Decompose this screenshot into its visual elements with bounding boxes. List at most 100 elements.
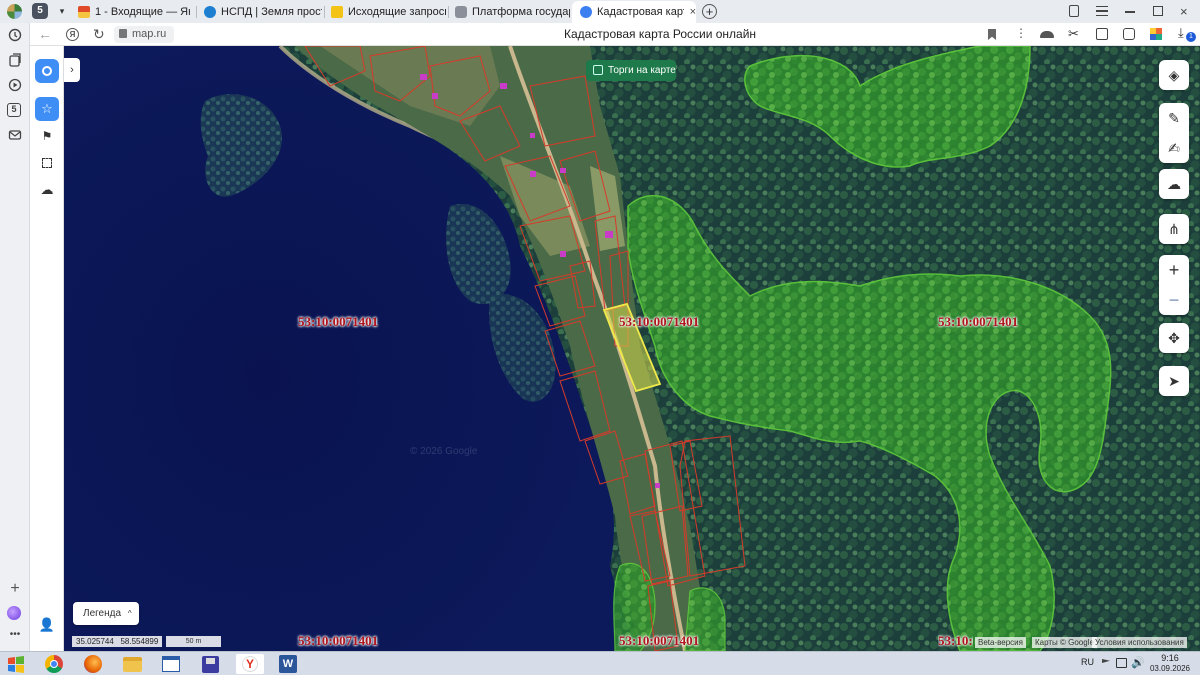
history-icon[interactable] [7,28,23,44]
tray-network-icon[interactable] [1116,658,1127,668]
maximize-window-icon[interactable] [1153,6,1163,16]
browser-sidebar: 5 + ••• [0,23,30,651]
yandex-mail-favicon-icon [78,5,90,18]
reload-icon[interactable]: ↻ [93,26,105,43]
map-side-panel: ☆ ⚑ ☁ 👤 [30,46,64,651]
upload-button[interactable]: ☁ [1159,169,1189,199]
draw-button[interactable]: ✍ [1159,133,1189,163]
close-window-icon[interactable]: × [1180,4,1188,19]
tab-label: Кадастровая карта Ро [597,6,684,18]
dashed-square-icon [42,158,52,168]
folder-favicon-icon [331,5,343,18]
layers-button[interactable]: ◈ [1159,60,1189,90]
legend-label: Легенда [83,608,122,619]
word-taskbar-icon[interactable]: W [277,654,299,674]
window-app-taskbar-icon[interactable] [160,654,182,674]
cadastral-quarter-label[interactable]: 53:10:0071401 [938,633,973,649]
page-title: Кадастровая карта России онлайн [563,27,757,41]
auctions-label: Торги на карте [608,65,676,76]
tray-flag-icon[interactable] [1102,659,1110,664]
tabs-dropdown-icon[interactable]: ▾ [55,4,69,18]
search-logo-button[interactable] [35,59,59,83]
legend-button[interactable]: Легенда ^ [73,602,139,625]
chrome-taskbar-icon[interactable] [43,654,65,674]
my-location-button[interactable]: ➤ [1159,366,1189,396]
pan-button[interactable]: ✥ [1159,323,1189,353]
reader-mode-icon[interactable] [1040,31,1054,38]
cadastral-quarter-label[interactable]: 53:10:0071401 [619,314,699,330]
address-bar: ← Я ↻ map.ru Кадастровая карта России он… [30,23,1200,46]
add-panel-icon[interactable]: + [7,581,23,597]
navigation-arrow-icon: ➤ [1168,372,1180,389]
tab-counter-button[interactable]: 5 [32,3,48,19]
cadastral-quarter-label[interactable]: 53:10:0071401 [298,314,378,330]
play-icon[interactable] [7,78,23,94]
cadastral-quarter-label[interactable]: 53:10:0071401 [619,633,699,649]
browser-logo-icon[interactable] [7,4,22,19]
chevron-up-icon: ^ [127,609,132,618]
firefox-taskbar-icon[interactable] [82,654,104,674]
edit-tools-group: ✎ ✍ [1159,103,1189,163]
zoom-out-button[interactable]: − [1159,285,1189,315]
coordinates-readout: 35.025744 58.554899 [72,636,163,647]
beta-label: Beta-версия [975,637,1026,648]
account-button[interactable]: 👤 [35,613,59,637]
ruler-button[interactable]: ✎ [1159,103,1189,133]
cadastral-quarter-label[interactable]: 53:10:0071401 [298,633,378,649]
tab-label: Платформа государстве [472,5,570,18]
more-dots-icon[interactable]: ••• [7,627,23,643]
expand-panel-button[interactable]: › [64,58,80,82]
tray-volume-icon[interactable]: 🔊 [1131,656,1145,669]
start-button[interactable] [5,654,27,674]
clock-time[interactable]: 9:16 [1150,653,1190,663]
alice-assistant-icon[interactable] [7,606,23,622]
auctions-toggle[interactable]: Торги на карте [586,60,676,81]
star-icon: ☆ [41,101,53,116]
page-menu-icon[interactable]: ⋮ [1015,26,1027,40]
tab-outgoing-requests[interactable]: Исходящие запросы [331,2,446,21]
bookmark-icon[interactable] [988,29,996,40]
menu-icon[interactable] [1096,6,1108,16]
extension-color-icon[interactable] [1150,28,1162,40]
minimize-window-icon[interactable] [1125,11,1135,13]
tab-label: 1 - Входящие — Яндекс П [95,5,190,18]
browser-tab-bar: 5 ▾ 1 - Входящие — Яндекс П НСПД | Земля… [0,0,1200,23]
new-tab-button[interactable]: + [702,4,717,19]
search-icon [42,66,52,76]
extension-scissors-icon[interactable]: ✂ [1068,26,1079,42]
mail-icon[interactable] [7,128,23,144]
cloud-button[interactable]: ☁ [35,178,59,202]
share-button[interactable]: ⋔ [1159,214,1189,244]
save-app-taskbar-icon[interactable] [199,654,221,674]
collections-icon[interactable] [1069,5,1079,17]
user-icon: 👤 [38,617,56,632]
extension-bookmark-icon[interactable] [1123,28,1135,40]
downloads-icon[interactable]: ⤓ 1 [1178,25,1196,42]
five-app-icon[interactable]: 5 [7,103,23,119]
cadastral-quarter-label[interactable]: 53:10:0071401 [938,314,1018,330]
url-field[interactable]: map.ru [114,26,174,43]
tab-cadastral-map[interactable]: Кадастровая карта Ро × [572,1,696,23]
satellite-map[interactable] [30,46,1200,651]
yandex-browser-taskbar-icon[interactable]: Y [236,654,264,674]
back-arrow-icon[interactable]: ← [38,26,52,42]
file-explorer-taskbar-icon[interactable] [121,654,143,674]
close-tab-icon[interactable]: × [690,6,696,18]
favorites-button[interactable]: ☆ [35,97,59,121]
cloud-icon: ☁ [40,182,54,197]
gov-emblem-favicon-icon [455,5,467,18]
clock-date[interactable]: 03.09.2026 [1145,664,1195,673]
language-indicator[interactable]: RU [1081,657,1094,667]
tab-gov-platform[interactable]: Платформа государстве [455,2,570,21]
map-viewport[interactable]: © 2026 Google 53:10:0071401 53:10:007140… [30,46,1200,651]
terms-link[interactable]: Условия использования [1092,637,1187,648]
extensions-puzzle-icon[interactable] [1096,28,1108,40]
zoom-in-button[interactable]: + [1159,255,1189,285]
draw-polygon-button[interactable]: ⚑ [35,124,59,148]
collections-sidebar-icon[interactable] [7,53,23,69]
select-area-button[interactable] [35,151,59,175]
tab-yandex-mail[interactable]: 1 - Входящие — Яндекс П [78,2,190,21]
tab-nspd[interactable]: НСПД | Земля просто [204,2,322,21]
yandex-shield-icon[interactable]: Я [66,28,79,41]
downloads-badge: 1 [1186,32,1196,42]
